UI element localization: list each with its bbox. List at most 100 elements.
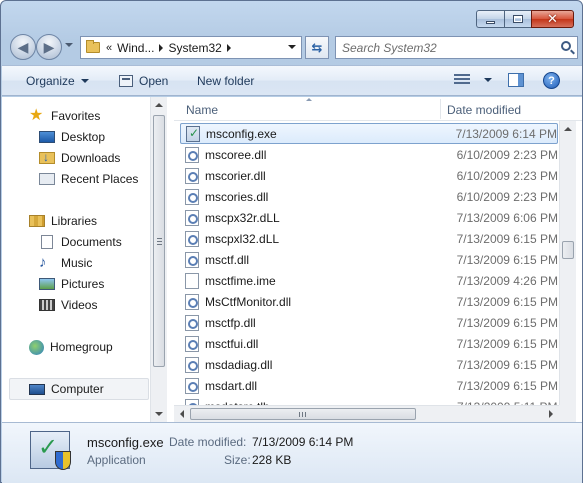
- column-header-name[interactable]: Name: [186, 103, 218, 117]
- file-date-modified: 7/13/2009 6:15 PM: [456, 294, 558, 309]
- nav-label: Desktop: [61, 130, 106, 144]
- horizontal-scroll-thumb[interactable]: [190, 408, 416, 420]
- file-date-modified: 6/10/2009 2:23 PM: [456, 189, 558, 204]
- file-list-vertical-scrollbar[interactable]: [559, 121, 576, 422]
- pictures-icon: [39, 278, 55, 290]
- nav-item-desktop[interactable]: Desktop: [39, 128, 105, 146]
- nav-item-libraries[interactable]: Libraries: [29, 212, 97, 230]
- close-icon: ✕: [547, 11, 558, 27]
- dropdown-arrow-icon: [80, 79, 89, 83]
- address-overflow-chevron[interactable]: «: [106, 42, 112, 54]
- folder-icon: [86, 40, 100, 53]
- scroll-up-button[interactable]: [151, 97, 167, 113]
- minimize-button[interactable]: [476, 10, 504, 28]
- nav-item-pictures[interactable]: Pictures: [39, 275, 104, 293]
- nav-item-documents[interactable]: Documents: [39, 233, 122, 251]
- file-date-modified: 6/10/2009 2:23 PM: [456, 147, 558, 162]
- file-row[interactable]: mscories.dll 6/10/2009 2:23 PM: [180, 186, 558, 207]
- nav-item-recent-places[interactable]: Recent Places: [39, 170, 138, 188]
- file-row[interactable]: msctfime.ime 7/13/2009 4:26 PM: [180, 270, 558, 291]
- nav-label: Homegroup: [50, 340, 113, 354]
- libraries-icon: [29, 215, 45, 227]
- scroll-right-icon: [549, 410, 553, 418]
- vertical-scroll-thumb[interactable]: [562, 241, 574, 259]
- grip-icon: [299, 412, 306, 417]
- system-file-icon: [185, 356, 199, 373]
- back-button[interactable]: ◀: [10, 34, 36, 60]
- recent-pages-dropdown[interactable]: [65, 43, 73, 47]
- recent-places-icon: [39, 173, 55, 185]
- file-list-pane: Name Date modified msconfig.exe 7/13/2009…: [174, 97, 582, 422]
- file-row[interactable]: mscpxl32.dLL 7/13/2009 6:15 PM: [180, 228, 558, 249]
- nav-label: Computer: [51, 382, 104, 396]
- file-date-modified: 6/10/2009 2:23 PM: [456, 168, 558, 183]
- videos-icon: [39, 299, 55, 311]
- file-date-modified: 7/13/2009 6:15 PM: [456, 357, 558, 372]
- nav-scrollbar[interactable]: [150, 97, 167, 422]
- nav-item-videos[interactable]: Videos: [39, 296, 97, 314]
- organize-button[interactable]: Organize: [26, 74, 89, 88]
- close-button[interactable]: ✕: [531, 10, 574, 28]
- column-divider[interactable]: [440, 99, 441, 119]
- file-row[interactable]: msctf.dll 7/13/2009 6:15 PM: [180, 249, 558, 270]
- view-icon: [454, 74, 470, 86]
- navigation-pane: ★ Favorites Desktop Downloads Recent Pla…: [2, 97, 168, 422]
- file-row[interactable]: msdart.dll 7/13/2009 6:15 PM: [180, 375, 558, 396]
- scroll-right-button[interactable]: [543, 406, 559, 422]
- file-row[interactable]: msctfui.dll 7/13/2009 6:15 PM: [180, 333, 558, 354]
- forward-button[interactable]: ▶: [36, 34, 62, 60]
- breadcrumb-system32[interactable]: System32: [168, 41, 221, 55]
- file-date-modified: 7/13/2009 6:15 PM: [456, 336, 558, 351]
- file-row[interactable]: mscpx32r.dLL 7/13/2009 6:06 PM: [180, 207, 558, 228]
- nav-item-favorites[interactable]: ★ Favorites: [29, 107, 100, 125]
- documents-icon: [41, 235, 53, 249]
- nav-item-music[interactable]: ♪ Music: [39, 254, 92, 272]
- nav-item-downloads[interactable]: Downloads: [39, 149, 120, 167]
- search-icon[interactable]: [561, 41, 571, 51]
- navigation-row: ◀ ▶ « Wind... System32 ⇆ Search System32: [10, 33, 578, 61]
- nav-item-computer[interactable]: Computer: [29, 380, 104, 398]
- maximize-button[interactable]: [504, 10, 531, 28]
- scroll-left-button[interactable]: [174, 406, 190, 422]
- dropdown-arrow-icon: [484, 78, 492, 82]
- file-row[interactable]: msdadiag.dll 7/13/2009 6:15 PM: [180, 354, 558, 375]
- refresh-icon: ⇆: [311, 39, 323, 55]
- file-row[interactable]: mscoree.dll 6/10/2009 2:23 PM: [180, 144, 558, 165]
- breadcrumb-separator-icon[interactable]: [159, 43, 164, 52]
- file-row[interactable]: MsCtfMonitor.dll 7/13/2009 6:15 PM: [180, 291, 558, 312]
- breadcrumb-separator-icon[interactable]: [226, 43, 231, 52]
- nav-scroll-thumb[interactable]: [153, 115, 165, 367]
- homegroup-icon: [29, 339, 44, 355]
- details-file-name: msconfig.exe: [87, 435, 164, 450]
- address-dropdown-icon[interactable]: [288, 45, 296, 49]
- scroll-down-button[interactable]: [151, 406, 167, 422]
- file-row[interactable]: mscorier.dll 6/10/2009 2:23 PM: [180, 165, 558, 186]
- preview-pane-button[interactable]: [508, 73, 524, 87]
- open-button[interactable]: Open: [119, 74, 168, 88]
- search-input[interactable]: Search System32: [335, 36, 578, 59]
- help-button[interactable]: ?: [543, 72, 560, 89]
- file-name: msdadiag.dll: [205, 357, 273, 372]
- address-bar[interactable]: « Wind... System32: [80, 36, 302, 59]
- scroll-up-button[interactable]: [560, 121, 576, 137]
- system-file-icon: [185, 293, 199, 310]
- details-date-label: Date modified:: [169, 435, 247, 449]
- search-placeholder: Search System32: [342, 41, 437, 55]
- file-row[interactable]: msctfp.dll 7/13/2009 6:15 PM: [180, 312, 558, 333]
- scroll-up-icon: [564, 127, 572, 131]
- change-view-button[interactable]: [454, 74, 492, 86]
- explorer-window: ✕ ◀ ▶ « Wind... System32 ⇆ Search System…: [0, 0, 583, 483]
- breadcrumb-windows[interactable]: Wind...: [117, 41, 154, 55]
- column-header-date-modified[interactable]: Date modified: [447, 103, 521, 117]
- new-folder-label: New folder: [197, 74, 255, 88]
- nav-item-homegroup[interactable]: Homegroup: [29, 338, 113, 356]
- nav-label: Downloads: [61, 151, 121, 165]
- new-folder-button[interactable]: New folder: [197, 74, 254, 88]
- file-date-modified: 7/13/2009 4:26 PM: [456, 273, 558, 288]
- file-row[interactable]: msconfig.exe 7/13/2009 6:14 PM: [180, 123, 558, 144]
- refresh-button[interactable]: ⇆: [305, 36, 329, 59]
- command-bar: Organize Open New folder ?: [2, 65, 582, 96]
- caption-buttons: ✕: [476, 10, 574, 28]
- maximize-icon: [513, 15, 523, 23]
- file-list-horizontal-scrollbar[interactable]: [174, 405, 559, 422]
